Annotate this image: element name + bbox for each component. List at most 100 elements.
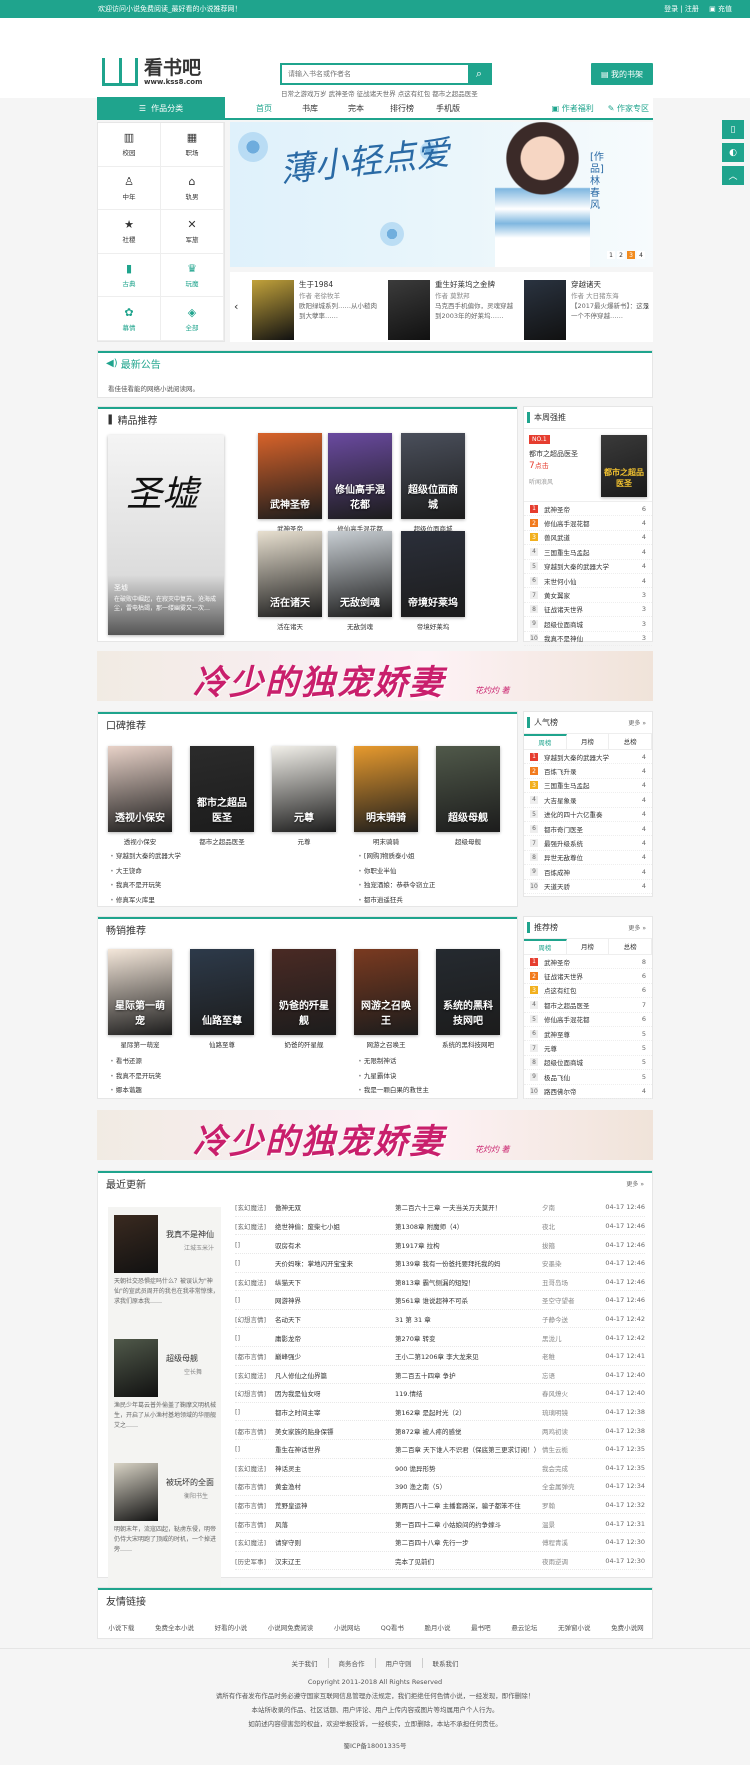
- rank-row[interactable]: 4 都市之超品医圣 7: [524, 998, 652, 1013]
- rank-tab-2[interactable]: 总榜: [609, 734, 653, 749]
- hero-banner[interactable]: 薄小轻点爱 [作品]林春风 1234: [230, 122, 653, 267]
- hot-keywords[interactable]: 日常之游戏万岁 武神圣帝 征战诸天世界 点这有红包 都市之超品医圣: [281, 88, 478, 98]
- update-book[interactable]: 庸影龙帝: [275, 1333, 395, 1343]
- notice-text[interactable]: 看佳佳看能的网络小说阅读网。: [108, 383, 199, 393]
- update-book[interactable]: 黄金渔村: [275, 1481, 395, 1491]
- bookshelf-button[interactable]: ▤ 我的书架: [591, 63, 653, 85]
- friend-link[interactable]: 无弹窗小说: [558, 1622, 591, 1632]
- category-toggle[interactable]: ☰ 作品分类: [97, 97, 225, 119]
- list-item[interactable]: 修真军火库里: [110, 893, 181, 908]
- book-title[interactable]: 系统的黑科技网吧: [431, 1039, 505, 1049]
- update-author[interactable]: 夜雨逆调: [542, 1556, 598, 1566]
- update-chapter[interactable]: 第162章 是起时光（2）: [395, 1407, 542, 1417]
- update-category[interactable]: [玄幻魔法]: [235, 1463, 275, 1473]
- update-book[interactable]: 汉末辽王: [275, 1556, 395, 1566]
- rank-tab-1[interactable]: 月榜: [567, 939, 610, 954]
- list-item[interactable]: 都市逍遥狂兵: [358, 893, 435, 908]
- update-chapter[interactable]: 31 第 31 章: [395, 1314, 542, 1324]
- book-cover[interactable]: 无敌剑魂: [328, 531, 392, 617]
- update-author[interactable]: 夜北: [542, 1221, 598, 1231]
- category-9[interactable]: ◈ 全部: [161, 297, 224, 341]
- book-title[interactable]: 活在诸天: [253, 621, 327, 631]
- rank-row[interactable]: 2 征战诸天世界 6: [524, 969, 652, 984]
- book-cover[interactable]: 明末骑骑: [354, 746, 418, 832]
- rank-row[interactable]: 10 天道天骄 4: [524, 880, 652, 894]
- friend-link[interactable]: 最书吧: [471, 1622, 491, 1632]
- carousel-book[interactable]: 穿越诸天 作者 大日猪东海 【2017最火爆新书】：这是一个不停穿越……: [524, 280, 652, 340]
- book-cover[interactable]: 修仙高手混花都: [328, 433, 392, 519]
- book-title[interactable]: 仙路至尊: [185, 1039, 259, 1049]
- update-author[interactable]: 傅程青溪: [542, 1537, 598, 1547]
- recommend-more-link[interactable]: 更多 »: [628, 923, 646, 932]
- list-item[interactable]: 我真不是开玩笑: [110, 878, 181, 893]
- update-category[interactable]: [玄幻魔法]: [235, 1370, 275, 1380]
- update-author[interactable]: 夕南: [542, 1202, 598, 1212]
- footer-link[interactable]: 商务合作: [329, 1658, 376, 1668]
- update-category[interactable]: []: [235, 1241, 275, 1249]
- nav-ranking[interactable]: 排行榜: [379, 103, 425, 114]
- update-chapter[interactable]: 第139章 我有一份爸托要拜托我的妈: [395, 1258, 542, 1268]
- update-category[interactable]: []: [235, 1408, 275, 1416]
- search-input[interactable]: [282, 65, 468, 83]
- friend-link[interactable]: 小说网站: [334, 1622, 360, 1632]
- category-0[interactable]: ▥ 校园: [98, 123, 161, 167]
- update-book[interactable]: 天价妈咪：掌地闪开宝宝来: [275, 1258, 395, 1268]
- update-chapter[interactable]: 第872章 被人疼的感觉: [395, 1426, 542, 1436]
- rank-row[interactable]: 8 超级位面商城 5: [524, 1056, 652, 1071]
- update-category[interactable]: [玄幻魔法]: [235, 1221, 275, 1231]
- update-author[interactable]: 黑泷儿: [542, 1333, 598, 1343]
- update-author[interactable]: 罗翰: [542, 1500, 598, 1510]
- category-1[interactable]: ▦ 职场: [161, 123, 224, 167]
- update-category[interactable]: []: [235, 1334, 275, 1342]
- update-category[interactable]: [历史军事]: [235, 1556, 275, 1566]
- rank-row[interactable]: 3 兽风武道 4: [524, 531, 652, 546]
- friend-link[interactable]: 脆月小说: [425, 1622, 451, 1632]
- update-book[interactable]: 荒野皇运神: [275, 1500, 395, 1510]
- update-chapter[interactable]: 第561章 谁说超神不可杀: [395, 1295, 542, 1305]
- update-author[interactable]: 拔箍: [542, 1240, 598, 1250]
- list-item[interactable]: 你职业半仙: [358, 864, 435, 879]
- update-category[interactable]: []: [235, 1445, 275, 1453]
- rank-row[interactable]: 7 元尊 5: [524, 1041, 652, 1056]
- update-chapter[interactable]: 390 渔之南（5）: [395, 1481, 542, 1491]
- rank-row[interactable]: 6 武神至尊 5: [524, 1027, 652, 1042]
- update-chapter[interactable]: 第1917章 拉构: [395, 1240, 542, 1250]
- update-chapter[interactable]: 第两百八十二章 主播套路深，骗子都笨不住: [395, 1500, 542, 1510]
- book-cover[interactable]: 超级母舰: [436, 746, 500, 832]
- update-book[interactable]: 重生在神话世界: [275, 1444, 395, 1454]
- footer-link[interactable]: 联系我们: [423, 1658, 469, 1668]
- update-chapter[interactable]: 第二百六十三章 一夫当关万夫莫开！: [395, 1202, 542, 1212]
- update-book[interactable]: 纵猫天下: [275, 1277, 395, 1287]
- update-book[interactable]: 网游神界: [275, 1295, 395, 1305]
- book-title[interactable]: 超级母舰: [431, 836, 505, 846]
- update-author[interactable]: 老稚: [542, 1351, 598, 1361]
- update-book[interactable]: 驭房有术: [275, 1240, 395, 1250]
- category-4[interactable]: ★ 社稷: [98, 210, 161, 254]
- update-chapter[interactable]: 900 诡异形势: [395, 1463, 542, 1473]
- rank-row[interactable]: 5 进化的四十六亿重奏 4: [524, 808, 652, 822]
- category-3[interactable]: ⌂ 轨男: [161, 166, 224, 211]
- book-title[interactable]: 无敌剑魂: [323, 621, 397, 631]
- list-item[interactable]: 看书还源: [110, 1054, 161, 1069]
- list-item[interactable]: 穿越到大秦的武器大学: [110, 849, 181, 864]
- category-7[interactable]: ♛ 玩魔: [161, 253, 224, 298]
- book-title[interactable]: 元尊: [267, 836, 341, 846]
- book-cover[interactable]: 网游之召唤王: [354, 949, 418, 1035]
- update-chapter[interactable]: 完本了见前们: [395, 1556, 542, 1566]
- list-item[interactable]: 我真不是开玩笑: [110, 1069, 162, 1084]
- list-item[interactable]: 我是一颗白果的救世主: [358, 1083, 429, 1098]
- update-category[interactable]: [玄幻魔法]: [235, 1537, 275, 1547]
- book-title[interactable]: 明末骑骑: [349, 836, 423, 846]
- list-item[interactable]: 无限制神话: [358, 1054, 429, 1069]
- book-cover[interactable]: 透视小保安: [108, 746, 172, 832]
- ad-banner[interactable]: 冷少的独宠娇妻 花灼灼 著: [97, 651, 653, 701]
- rank-row[interactable]: 1 武神圣帝 8: [524, 955, 652, 970]
- update-chapter[interactable]: 第270章 转变: [395, 1333, 542, 1343]
- rank-row[interactable]: 9 百炼成神 4: [524, 865, 652, 880]
- rank-row[interactable]: 7 最强升级系统 4: [524, 836, 652, 851]
- search-button[interactable]: ⌕: [468, 65, 490, 83]
- book-cover[interactable]: 奶爸的歼星舰: [272, 949, 336, 1035]
- rank-tab-0[interactable]: 周榜: [524, 734, 567, 749]
- list-item[interactable]: 大王饶命: [110, 864, 181, 879]
- update-author[interactable]: 忘语: [542, 1370, 598, 1380]
